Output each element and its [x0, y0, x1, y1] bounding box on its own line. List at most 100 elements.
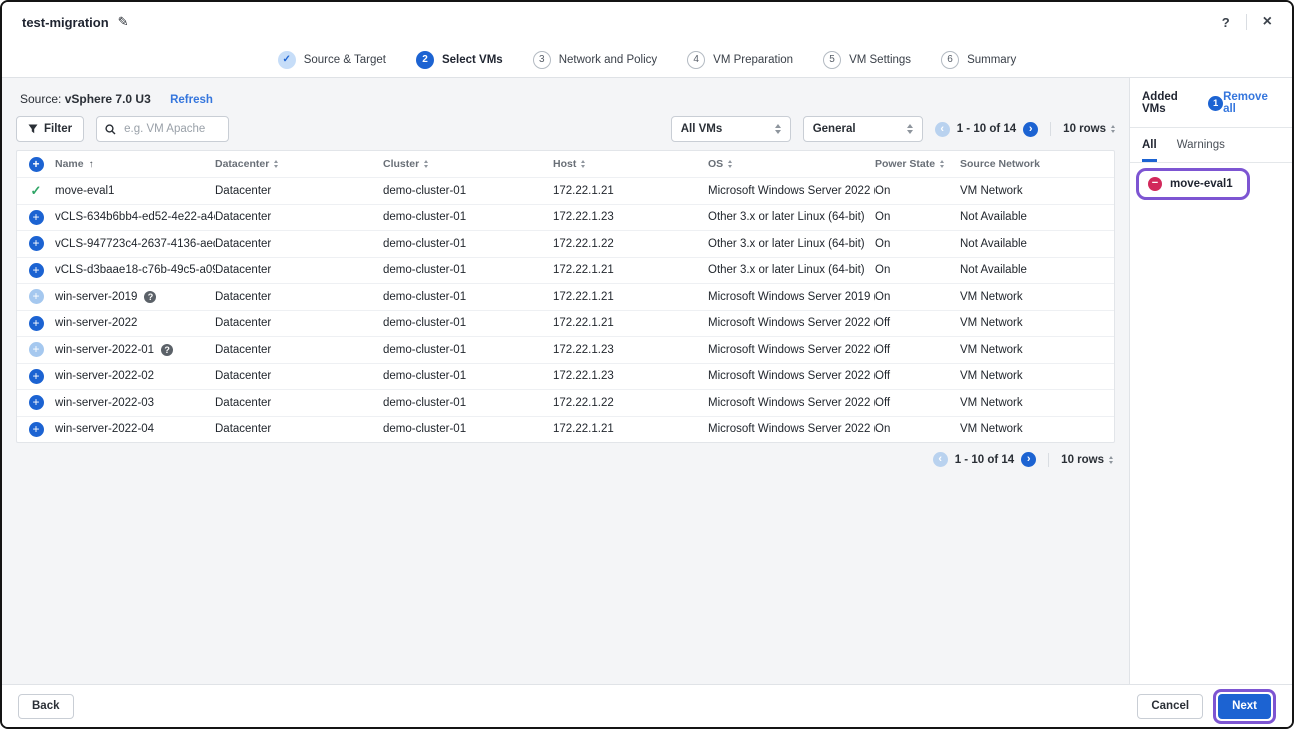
- close-icon[interactable]: ×: [1263, 13, 1272, 31]
- vm-name-cell: move-eval1: [55, 185, 215, 197]
- search-input[interactable]: [122, 122, 220, 136]
- cell-source-network: VM Network: [960, 291, 1114, 303]
- add-vm-button[interactable]: +: [29, 263, 44, 278]
- vm-filter-select[interactable]: All VMs: [671, 116, 791, 142]
- category-filter-select[interactable]: General: [803, 116, 923, 142]
- table-header-row: + Name ↑ Datacenter Cluster: [17, 151, 1114, 177]
- sort-icon: [581, 160, 585, 168]
- step-label: VM Settings: [849, 54, 911, 66]
- step-number: 4: [687, 51, 705, 69]
- step-label: Source & Target: [304, 54, 386, 66]
- chevron-updown-icon: [775, 124, 781, 134]
- filter-label: Filter: [44, 123, 72, 135]
- stepper-step-select-vms[interactable]: 2Select VMs: [416, 51, 503, 69]
- column-header-power-state[interactable]: Power State: [875, 158, 960, 170]
- cell-host: 172.22.1.23: [553, 370, 708, 382]
- column-header-os[interactable]: OS: [708, 158, 875, 170]
- filter-button[interactable]: Filter: [16, 116, 84, 142]
- added-vm-name: move-eval1: [1170, 178, 1233, 190]
- cell-os: Other 3.x or later Linux (64-bit): [708, 264, 875, 276]
- help-icon: ?: [144, 291, 156, 303]
- add-vm-button[interactable]: +: [29, 316, 44, 331]
- cell-cluster: demo-cluster-01: [383, 370, 553, 382]
- cell-host: 172.22.1.23: [553, 211, 708, 223]
- prev-page-button[interactable]: ‹: [935, 122, 950, 137]
- cell-datacenter: Datacenter: [215, 238, 383, 250]
- table-row: +win-server-2022-04Datacenterdemo-cluste…: [17, 416, 1114, 443]
- cell-power-state: Off: [875, 344, 960, 356]
- stepper-step-vm-settings[interactable]: 5 VM Settings: [823, 51, 911, 69]
- vm-name: win-server-2022: [55, 317, 137, 329]
- cancel-button[interactable]: Cancel: [1137, 694, 1203, 719]
- stepper-step-vm-preparation[interactable]: 4VM Preparation: [687, 51, 793, 69]
- column-header-cluster[interactable]: Cluster: [383, 158, 553, 170]
- source-label: Source:: [20, 92, 61, 106]
- cell-cluster: demo-cluster-01: [383, 317, 553, 329]
- stepper-step-network-and-policy[interactable]: 3Network and Policy: [533, 51, 657, 69]
- vm-name: win-server-2022-03: [55, 397, 154, 409]
- add-vm-button[interactable]: +: [29, 289, 44, 304]
- controls-divider: [1050, 122, 1051, 136]
- help-button[interactable]: ?: [1222, 15, 1230, 30]
- next-button[interactable]: Next: [1218, 694, 1271, 719]
- page-range-label: 1 - 10 of 14: [955, 454, 1014, 466]
- remove-all-link[interactable]: Remove all: [1223, 91, 1282, 115]
- page-range-label: 1 - 10 of 14: [957, 123, 1016, 135]
- tab-all[interactable]: All: [1142, 139, 1157, 162]
- content-area: Source: vSphere 7.0 U3 Refresh Filter: [2, 78, 1292, 684]
- add-vm-button[interactable]: +: [29, 236, 44, 251]
- back-button[interactable]: Back: [18, 694, 74, 719]
- step-label: Select VMs: [442, 54, 503, 66]
- table-row: +win-server-2022-03Datacenterdemo-cluste…: [17, 389, 1114, 416]
- prev-page-button[interactable]: ‹: [933, 452, 948, 467]
- refresh-link[interactable]: Refresh: [170, 94, 213, 106]
- cell-host: 172.22.1.21: [553, 317, 708, 329]
- tab-warnings[interactable]: Warnings: [1177, 139, 1225, 162]
- next-page-button[interactable]: ›: [1021, 452, 1036, 467]
- add-vm-button[interactable]: +: [29, 342, 44, 357]
- pagination-top: ‹ 1 - 10 of 14 ›: [935, 122, 1038, 137]
- step-number: 5: [823, 51, 841, 69]
- vm-added-check-icon[interactable]: ✓: [29, 183, 44, 198]
- add-vm-button[interactable]: +: [29, 395, 44, 410]
- next-button-annotation: Next: [1213, 689, 1276, 724]
- added-vms-sidebar: Added VMs 1 Remove all All Warnings −mov…: [1129, 78, 1292, 684]
- cell-source-network: VM Network: [960, 370, 1114, 382]
- cell-power-state: On: [875, 185, 960, 197]
- vm-name-cell: win-server-2019?: [55, 291, 215, 303]
- cell-cluster: demo-cluster-01: [383, 211, 553, 223]
- table-row: +win-server-2022-01?Datacenterdemo-clust…: [17, 336, 1114, 363]
- column-header-name[interactable]: Name ↑: [55, 158, 215, 170]
- cell-power-state: On: [875, 291, 960, 303]
- add-vm-button[interactable]: +: [29, 369, 44, 384]
- step-number: 3: [533, 51, 551, 69]
- vm-name: move-eval1: [55, 185, 114, 197]
- table-row: +win-server-2022-02Datacenterdemo-cluste…: [17, 363, 1114, 390]
- vm-name: win-server-2022-04: [55, 423, 154, 435]
- added-vm-item[interactable]: −move-eval1: [1136, 168, 1250, 200]
- cell-datacenter: Datacenter: [215, 370, 383, 382]
- remove-vm-icon[interactable]: −: [1148, 177, 1162, 191]
- table-controls: Filter All VMs General: [16, 116, 1115, 142]
- controls-divider: [1048, 453, 1049, 467]
- stepper-step-summary[interactable]: 6Summary: [941, 51, 1016, 69]
- add-vm-button[interactable]: +: [29, 422, 44, 437]
- vm-name-cell: vCLS-d3baae18-c76b-49c5-a09...: [55, 264, 215, 276]
- edit-title-icon[interactable]: ✎: [118, 14, 129, 30]
- rows-per-page-select[interactable]: 10 rows: [1061, 454, 1113, 466]
- cell-os: Microsoft Windows Server 2022 (...: [708, 397, 875, 409]
- stepper-step-source-target[interactable]: ✓Source & Target: [278, 51, 386, 69]
- cell-datacenter: Datacenter: [215, 397, 383, 409]
- footer-bar: Back Cancel Next: [2, 684, 1292, 727]
- vm-name-cell: win-server-2022-04: [55, 423, 215, 435]
- column-header-datacenter[interactable]: Datacenter: [215, 158, 383, 170]
- chevron-updown-icon: [1111, 125, 1115, 133]
- add-vm-button[interactable]: +: [29, 210, 44, 225]
- cell-host: 172.22.1.23: [553, 344, 708, 356]
- add-all-button[interactable]: +: [29, 157, 44, 172]
- rows-per-page-select[interactable]: 10 rows: [1063, 123, 1115, 135]
- cell-source-network: Not Available: [960, 211, 1114, 223]
- table-row: +vCLS-947723c4-2637-4136-aedb...Datacent…: [17, 230, 1114, 257]
- next-page-button[interactable]: ›: [1023, 122, 1038, 137]
- column-header-host[interactable]: Host: [553, 158, 708, 170]
